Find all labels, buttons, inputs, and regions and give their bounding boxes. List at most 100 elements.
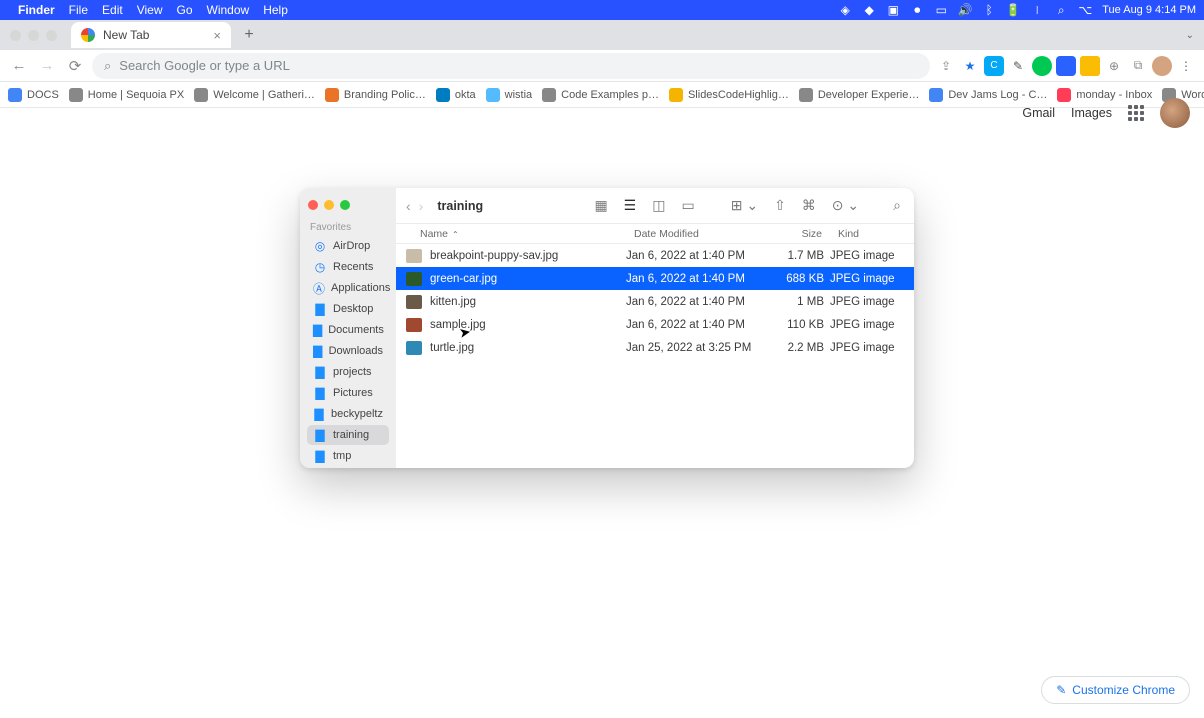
menu-window[interactable]: Window [207,3,250,17]
control-center-icon[interactable]: ⌥ [1078,3,1092,17]
gmail-link[interactable]: Gmail [1022,106,1055,120]
extension-icon[interactable]: ⊕ [1104,56,1124,76]
column-header-date[interactable]: Date Modified [626,228,766,240]
bookmark-item[interactable]: DOCS [8,88,59,102]
wifi-icon[interactable]: ⧘ [1030,3,1044,17]
bookmark-favicon [69,88,83,102]
column-header-name[interactable]: Name⌃ [396,228,626,240]
file-row[interactable]: breakpoint-puppy-sav.jpgJan 6, 2022 at 1… [396,244,914,267]
address-bar[interactable]: ⌕ Search Google or type a URL [92,53,930,79]
extensions-menu-icon[interactable]: ⧉ [1128,56,1148,76]
bookmark-item[interactable]: SlidesCodeHighlig… [669,88,789,102]
column-header-size[interactable]: Size [766,228,830,240]
forward-button[interactable]: → [36,55,58,77]
google-account-avatar[interactable] [1160,98,1190,128]
tabs-menu-icon[interactable]: ⌄ [1186,30,1194,41]
sidebar-item[interactable]: ▇training [307,425,389,445]
bluetooth-icon[interactable]: ᛒ [982,3,996,17]
back-button[interactable]: ← [8,55,30,77]
display-icon[interactable]: ▭ [934,3,948,17]
list-view-button[interactable]: ☰ [621,197,640,214]
menu-file[interactable]: File [69,3,88,17]
bookmark-item[interactable]: Home | Sequoia PX [69,88,184,102]
browser-tab[interactable]: New Tab × [71,22,231,48]
extension-icon[interactable] [1056,56,1076,76]
finder-window[interactable]: Favorites ◎AirDrop◷RecentsⒶApplications▇… [300,188,914,468]
sidebar-item[interactable]: ▇ Downloads [307,341,389,361]
sidebar-item-label: Downloads [329,345,383,357]
tags-button[interactable]: ⌘ [799,197,819,214]
sidebar-item[interactable]: ▇rebeccapeltz [307,467,389,468]
finder-back-button[interactable]: ‹ [406,198,411,214]
status-icon[interactable]: ◆ [862,3,876,17]
reload-button[interactable]: ⟳ [64,55,86,77]
sidebar-item[interactable]: ▇tmp [307,446,389,466]
chrome-menu-icon[interactable]: ⋮ [1176,56,1196,76]
folder-icon: ▇ [313,344,323,358]
status-icon[interactable]: ▣ [886,3,900,17]
menubar-app-name[interactable]: Finder [18,3,55,17]
sidebar-item[interactable]: ⒶApplications [307,278,389,298]
icon-view-button[interactable]: ▦ [591,197,610,214]
extension-icon[interactable]: C [984,56,1004,76]
menu-help[interactable]: Help [263,3,288,17]
zoom-button[interactable] [340,200,350,210]
finder-column-headers[interactable]: Name⌃ Date Modified Size Kind [396,224,914,244]
finder-forward-button[interactable]: › [419,198,424,214]
file-row[interactable]: kitten.jpgJan 6, 2022 at 1:40 PM1 MBJPEG… [396,290,914,313]
file-row[interactable]: sample.jpgJan 6, 2022 at 1:40 PM110 KBJP… [396,313,914,336]
menubar-clock[interactable]: Tue Aug 9 4:14 PM [1102,4,1196,16]
sidebar-item[interactable]: ▇Pictures [307,383,389,403]
menu-edit[interactable]: Edit [102,3,123,17]
search-button[interactable]: ⌕ [890,197,904,214]
extension-icon[interactable] [1032,56,1052,76]
bookmark-item[interactable]: Developer Experie… [799,88,920,102]
google-apps-icon[interactable] [1128,105,1144,121]
sidebar-item[interactable]: ▇Desktop [307,299,389,319]
extension-icon[interactable]: ✎ [1008,56,1028,76]
sidebar-item-label: Recents [333,261,373,273]
minimize-button[interactable] [324,200,334,210]
finder-file-list[interactable]: breakpoint-puppy-sav.jpgJan 6, 2022 at 1… [396,244,914,359]
sidebar-item[interactable]: ▇projects [307,362,389,382]
bookmark-item[interactable]: okta [436,88,476,102]
sidebar-item[interactable]: ◷Recents [307,257,389,277]
screen-record-icon[interactable]: ⏺ [910,3,924,17]
share-button[interactable]: ⇧ [771,197,789,214]
share-icon[interactable]: ⇪ [936,56,956,76]
sidebar-item[interactable]: ◎AirDrop [307,236,389,256]
gallery-view-button[interactable]: ▭ [678,197,697,214]
window-controls[interactable] [10,30,57,41]
bookmark-item[interactable]: Code Examples p… [542,88,659,102]
column-view-button[interactable]: ◫ [649,197,668,214]
file-row[interactable]: turtle.jpgJan 25, 2022 at 3:25 PM2.2 MBJ… [396,336,914,359]
battery-icon[interactable]: 🔋 [1006,3,1020,17]
group-by-button[interactable]: ⊞ ⌄ [728,197,761,214]
spotlight-icon[interactable]: ⌕ [1054,3,1068,17]
bookmark-item[interactable]: wistia [486,88,533,102]
file-size: 1 MB [766,296,830,308]
customize-chrome-button[interactable]: ✎ Customize Chrome [1041,676,1190,704]
images-link[interactable]: Images [1071,106,1112,120]
profile-icon[interactable] [1152,56,1172,76]
sidebar-item[interactable]: ▇Documents [307,320,389,340]
action-button[interactable]: ⊙ ⌄ [829,197,862,214]
bookmark-item[interactable]: Branding Polic… [325,88,426,102]
extension-icon[interactable] [1080,56,1100,76]
status-icon[interactable]: ◈ [838,3,852,17]
new-tab-button[interactable]: + [237,23,261,47]
column-header-kind[interactable]: Kind [830,228,914,240]
menu-go[interactable]: Go [177,3,193,17]
sidebar-item[interactable]: ▇beckypeltz [307,404,389,424]
file-thumbnail [406,341,422,355]
bookmark-item[interactable]: Welcome | Gatheri… [194,88,315,102]
tab-close-icon[interactable]: × [213,28,221,43]
chrome-tabstrip: New Tab × + ⌄ [0,20,1204,50]
menu-view[interactable]: View [137,3,163,17]
toolbar-extensions: ⇪ ★ C ✎ ⊕ ⧉ ⋮ [936,56,1196,76]
volume-icon[interactable]: 🔊 [958,3,972,17]
bookmark-star-icon[interactable]: ★ [960,56,980,76]
close-button[interactable] [308,200,318,210]
file-thumbnail [406,272,422,286]
file-row[interactable]: green-car.jpgJan 6, 2022 at 1:40 PM688 K… [396,267,914,290]
